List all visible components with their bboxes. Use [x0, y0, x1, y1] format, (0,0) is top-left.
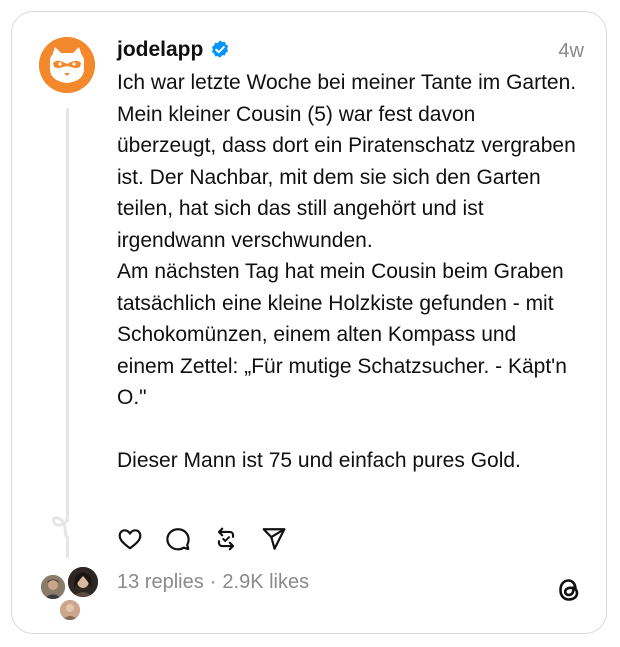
comment-icon	[166, 528, 190, 551]
replier-avatar[interactable]	[39, 573, 67, 601]
repost-icon	[217, 527, 235, 551]
post-paragraph: Am nächsten Tag hat mein Cousin beim Gra…	[117, 260, 567, 409]
thread-line	[66, 108, 69, 522]
person-photo-icon	[60, 600, 80, 620]
likes-count[interactable]: 2.9K likes	[222, 571, 309, 594]
person-photo-icon	[41, 575, 65, 599]
reply-button[interactable]	[164, 525, 192, 553]
like-button[interactable]	[116, 525, 144, 553]
fox-mascot-icon	[39, 37, 95, 93]
replier-avatar[interactable]	[66, 565, 100, 599]
thread-line-end	[66, 536, 69, 558]
threads-logo-icon[interactable]	[556, 575, 582, 605]
replier-avatar[interactable]	[58, 598, 82, 622]
replies-count[interactable]: 13 replies	[117, 571, 204, 594]
verified-badge-icon	[212, 40, 229, 58]
username[interactable]: jodelapp	[117, 38, 203, 62]
post-header: jodelapp	[117, 38, 231, 62]
post-paragraph: Mein kleiner Cousin (5) war fest davon ü…	[117, 102, 576, 252]
post-stats: 13 replies · 2.9K likes	[117, 571, 309, 594]
post-paragraph: Ich war letzte Woche bei meiner Tante im…	[117, 71, 577, 94]
profile-avatar[interactable]	[39, 37, 95, 93]
post-timestamp: 4w	[558, 40, 584, 62]
stats-separator: ·	[209, 571, 217, 593]
thread-loop-icon	[52, 516, 69, 538]
share-button[interactable]	[260, 525, 288, 553]
send-icon	[262, 528, 286, 550]
post-actions	[116, 525, 288, 553]
repost-button[interactable]	[212, 525, 240, 553]
person-photo-icon	[68, 567, 98, 597]
post-paragraph: Dieser Mann ist 75 und einfach pures Gol…	[117, 449, 521, 472]
post-body: Ich war letzte Woche bei meiner Tante im…	[117, 67, 577, 477]
heart-icon	[118, 529, 142, 550]
